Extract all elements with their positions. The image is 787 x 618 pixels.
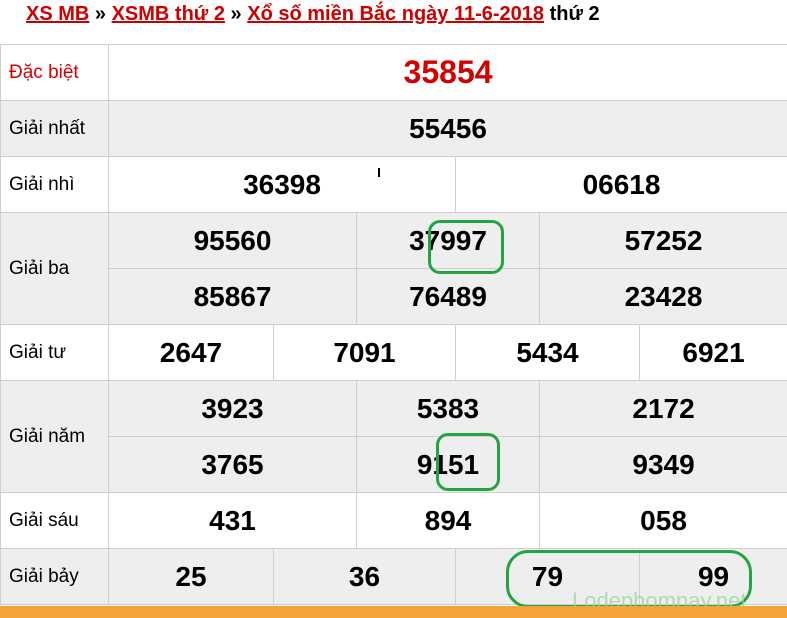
- third-prize-number: 85867: [108, 268, 357, 325]
- fifth-prize-number: 5383: [356, 380, 540, 437]
- second-prize-number: 36398: [108, 156, 456, 213]
- third-prize-number: 23428: [538, 268, 787, 325]
- fifth-prize-number: 9151: [356, 436, 540, 493]
- breadcrumb-day: thứ 2: [544, 3, 600, 25]
- third-prize-number: 76489: [356, 268, 540, 325]
- seventh-prize-number: 36: [273, 548, 456, 605]
- prize-label-seventh: Giải bảy: [0, 548, 109, 605]
- fifth-prize-number: 3765: [108, 436, 357, 493]
- prize-label-sixth: Giải sáu: [0, 492, 109, 549]
- table-row: 3765 9151 9349: [1, 436, 787, 493]
- prize-label-fourth: Giải tư: [0, 324, 109, 381]
- table-row: Giải nhất 55456: [0, 100, 787, 157]
- fourth-prize-number: 6921: [638, 324, 787, 381]
- footer-bar: [0, 606, 787, 618]
- breadcrumb-separator: »: [89, 3, 112, 25]
- fifth-prize-number: 9349: [538, 436, 787, 493]
- prize-label-second: Giải nhì: [0, 156, 109, 213]
- fourth-prize-number: 5434: [455, 324, 640, 381]
- breadcrumb: XS MB » XSMB thứ 2 » Xổ số miền Bắc ngày…: [0, 0, 787, 32]
- fifth-prize-number: 2172: [538, 380, 787, 437]
- table-row: Giải tư 2647 7091 5434 6921: [0, 324, 787, 381]
- first-prize-number: 55456: [107, 100, 787, 157]
- third-prize-number: 37997: [356, 212, 540, 269]
- third-prize-number: 57252: [538, 212, 787, 269]
- fourth-prize-number: 2647: [108, 324, 274, 381]
- table-row: Đặc biệt 35854: [0, 44, 787, 101]
- results-table: Đặc biệt 35854 Giải nhất 55456 Giải nhì …: [0, 44, 787, 605]
- breadcrumb-link-xsmb[interactable]: XS MB: [26, 3, 89, 25]
- prize-label-special: Đặc biệt: [0, 44, 109, 101]
- sixth-prize-number: 431: [108, 492, 357, 549]
- sixth-prize-number: 058: [538, 492, 787, 549]
- sixth-prize-number: 894: [356, 492, 540, 549]
- table-row: Giải sáu 431 894 058: [0, 492, 787, 549]
- table-row: Giải nhì 36398 06618: [0, 156, 787, 213]
- seventh-prize-number: 25: [108, 548, 274, 605]
- prize-label-third: Giải ba: [0, 212, 109, 325]
- spacer: [0, 32, 787, 44]
- breadcrumb-separator: »: [224, 3, 248, 25]
- fourth-prize-number: 7091: [273, 324, 456, 381]
- second-prize-number: 06618: [454, 156, 787, 213]
- third-prize-number: 95560: [108, 212, 357, 269]
- prize-label-first: Giải nhất: [0, 100, 109, 157]
- table-row: 85867 76489 23428: [1, 268, 787, 325]
- special-prize-number: 35854: [107, 44, 787, 101]
- fifth-prize-number: 3923: [108, 380, 357, 437]
- table-row: Giải ba 95560 37997 57252: [0, 212, 787, 325]
- breadcrumb-link-date[interactable]: Xổ số miền Bắc ngày 11-6-2018: [247, 3, 544, 25]
- stray-mark: [378, 168, 380, 177]
- breadcrumb-link-xsmb-thu2[interactable]: XSMB thứ 2: [112, 3, 225, 25]
- table-row: Giải năm 3923 5383 2172: [0, 380, 787, 493]
- prize-label-fifth: Giải năm: [0, 380, 109, 493]
